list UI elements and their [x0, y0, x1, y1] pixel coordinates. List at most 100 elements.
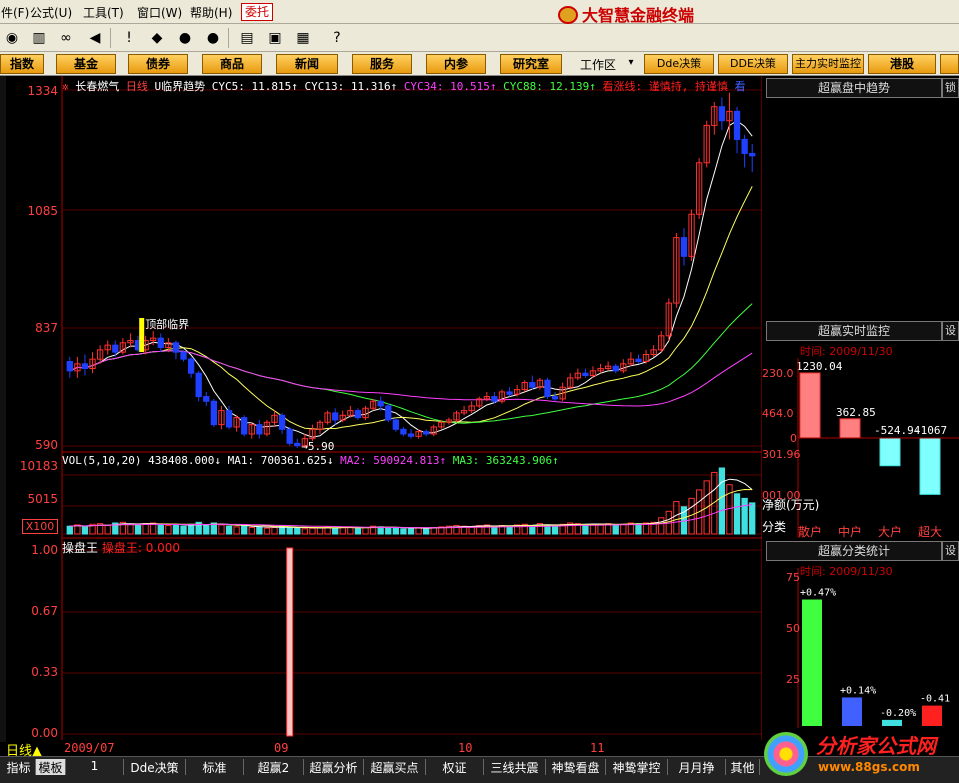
- monitor-axis-label: 230.0: [762, 367, 794, 380]
- binoculars-icon[interactable]: ∞: [55, 28, 77, 48]
- volume-bar: [385, 527, 392, 535]
- tab-monthly-earn[interactable]: 月月挣: [668, 759, 726, 775]
- volume-ma-lines: [69, 478, 753, 529]
- candle-body: [749, 152, 756, 157]
- monitor-bar: [919, 437, 941, 495]
- note-icon[interactable]: ▤: [236, 28, 258, 48]
- volume-bar: [589, 524, 597, 535]
- tab-standard[interactable]: 标准: [186, 759, 244, 775]
- candle-body: [551, 396, 559, 400]
- volume-bar: [271, 527, 278, 535]
- tab-1[interactable]: 1: [66, 759, 124, 775]
- nav-main-monitor-button[interactable]: 主力实时监控: [792, 54, 864, 74]
- volume-bar: [165, 525, 172, 535]
- indicator-bars: [286, 547, 294, 737]
- tab-shenjiu-watch[interactable]: 神鸷看盘: [546, 759, 606, 775]
- menu-formula[interactable]: 公式(U): [30, 4, 72, 21]
- tab-chaoying-buy[interactable]: 超赢买点: [364, 759, 426, 775]
- volume-bar: [187, 523, 195, 535]
- speaker-icon[interactable]: ◀: [84, 28, 106, 48]
- candle-body: [225, 410, 233, 428]
- tab-indicator[interactable]: 指标: [2, 759, 36, 775]
- tab-dde-decision[interactable]: Dde决策: [124, 759, 186, 775]
- nav-hk-button[interactable]: 港股: [868, 54, 936, 74]
- volume-bar: [551, 525, 559, 535]
- cyc34-value: CYC34: 10.515↑: [403, 80, 497, 93]
- kline-chart[interactable]: 顶部临界 →5.90: [0, 76, 762, 740]
- signal-extra: 看: [734, 80, 746, 93]
- volume-ma-line: [69, 478, 753, 529]
- nav-index-button[interactable]: 指数: [0, 54, 44, 74]
- diamond-icon[interactable]: ◆: [146, 28, 168, 48]
- tab-chaoying-analysis[interactable]: 超赢分析: [304, 759, 364, 775]
- workarea-dropdown-icon[interactable]: ▾: [624, 54, 638, 72]
- volume-bar: [74, 524, 81, 535]
- tab-warrant[interactable]: 权证: [426, 759, 484, 775]
- nav-insider-button[interactable]: 内参: [426, 54, 486, 74]
- nav-research-button[interactable]: 研究室: [500, 54, 562, 74]
- mark-icon[interactable]: ●: [174, 28, 196, 48]
- volume-bar: [263, 527, 271, 535]
- candle-body: [407, 433, 415, 437]
- trend-panel-title[interactable]: 超赢盘中趋势: [766, 78, 942, 98]
- nav-bond-button[interactable]: 债券: [128, 54, 188, 74]
- nav-service-button[interactable]: 服务: [352, 54, 412, 74]
- monitor-axis-label: 464.0: [762, 407, 794, 420]
- chart-icon[interactable]: ◉: [1, 28, 23, 48]
- settings-icon[interactable]: ✲: [62, 80, 69, 93]
- nav-more-button[interactable]: [940, 54, 959, 74]
- menu-file[interactable]: 件(F): [1, 4, 29, 21]
- nav-dde-decision-button[interactable]: Dde决策: [644, 54, 714, 74]
- candle-body: [733, 110, 741, 140]
- site-watermark: 分析家公式网 www.88gs.com: [758, 722, 958, 780]
- trend-panel-lock[interactable]: 锁: [942, 78, 959, 98]
- candle-body: [278, 414, 286, 430]
- cyc5-value: CYC5: 11.815↑: [211, 80, 298, 93]
- period-label[interactable]: 日线: [126, 80, 148, 93]
- candle-body: [377, 400, 384, 407]
- volume-header: VOL(5,10,20) 438408.000↓ MA1: 700361.625…: [62, 454, 762, 468]
- bars-icon[interactable]: ▥: [28, 28, 50, 48]
- stats-bar-label: +0.47%: [800, 588, 836, 599]
- tab-chaoying2[interactable]: 超赢2: [244, 759, 304, 775]
- flower-logo-icon: [764, 732, 808, 776]
- help-cursor-icon[interactable]: ?: [326, 28, 348, 48]
- ma-line: [69, 350, 753, 407]
- volume-bar: [127, 523, 134, 535]
- indicator-name[interactable]: U临界趋势: [155, 80, 206, 93]
- indicator-title[interactable]: 操盘王: [62, 541, 98, 555]
- candle-body: [286, 428, 293, 444]
- volume-bar: [635, 523, 642, 535]
- volume-bar: [66, 525, 73, 535]
- candle-body: [203, 396, 210, 402]
- tab-other[interactable]: 其他: [726, 759, 760, 775]
- tab-template[interactable]: 模板: [36, 759, 66, 775]
- nav-dde-decision2-button[interactable]: DDE决策: [718, 54, 788, 74]
- volume-bar: [468, 526, 475, 535]
- nav-commodity-button[interactable]: 商品: [202, 54, 262, 74]
- indicator-header: 操盘王 操盘王: 0.000: [62, 539, 362, 555]
- window-icon[interactable]: ▣: [264, 28, 286, 48]
- menu-help[interactable]: 帮助(H): [190, 4, 232, 21]
- tab-three-line[interactable]: 三线共震: [484, 759, 546, 775]
- candle-body: [582, 372, 589, 377]
- volume-bar: [286, 527, 293, 535]
- net-amount-label: 净额(万元): [762, 498, 820, 512]
- books-icon[interactable]: ▦: [292, 28, 314, 48]
- volume-bar: [506, 525, 513, 535]
- toolbar: ◉ ▥ ∞ ◀ ! ◆ ● ● ▤ ▣ ▦ ?: [0, 24, 959, 52]
- candle-body: [187, 358, 195, 374]
- mark2-icon[interactable]: ●: [202, 28, 224, 48]
- alert-icon[interactable]: !: [118, 28, 140, 48]
- nav-fund-button[interactable]: 基金: [56, 54, 116, 74]
- nav-news-button[interactable]: 新闻: [276, 54, 338, 74]
- vol-ma1: MA1: 700361.625↓: [227, 454, 334, 467]
- volume-bar: [172, 524, 180, 535]
- menu-window[interactable]: 窗口(W): [137, 4, 182, 21]
- trade-button[interactable]: 委托: [241, 3, 273, 21]
- chart-header: ✲ 长春燃气 日线 U临界趋势 CYC5: 11.815↑ CYC13: 11.…: [62, 78, 762, 94]
- menu-tools[interactable]: 工具(T): [83, 4, 124, 21]
- tab-shenjiu-control[interactable]: 神鸷掌控: [606, 759, 668, 775]
- candle-body: [491, 396, 498, 402]
- volume-bar: [658, 517, 665, 535]
